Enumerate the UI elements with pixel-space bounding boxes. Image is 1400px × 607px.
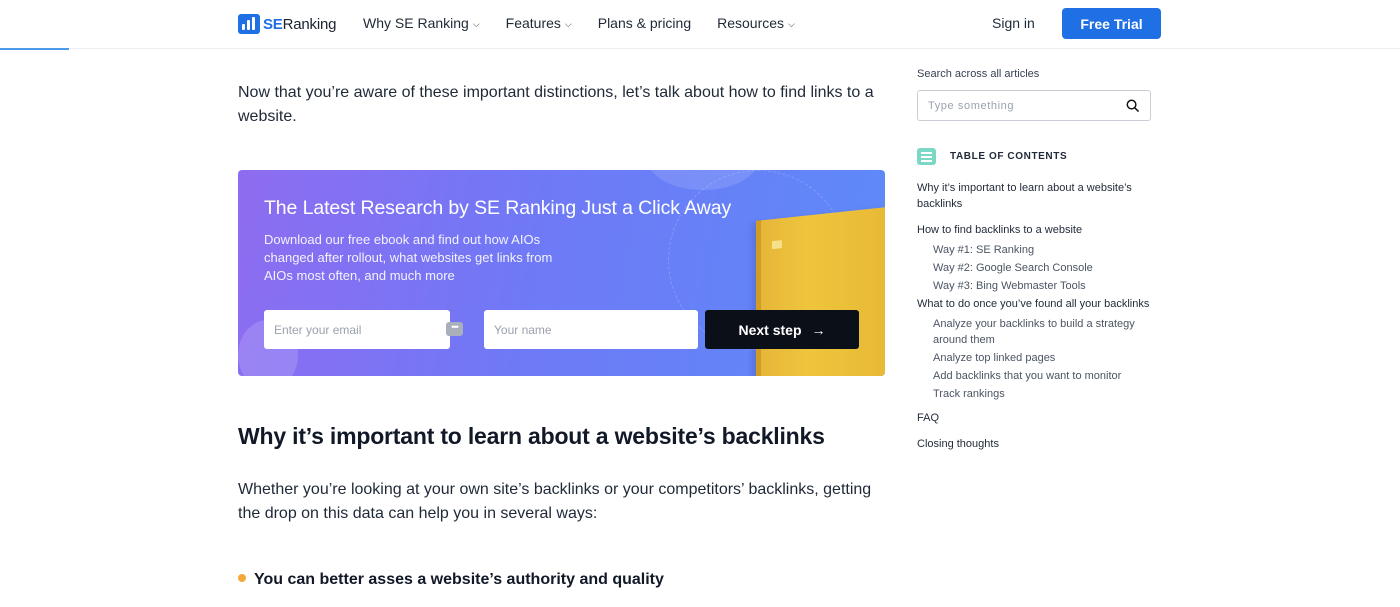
book-logo-icon (772, 240, 782, 250)
email-field[interactable] (264, 310, 450, 349)
table-of-contents: Why it’s important to learn about a webs… (917, 180, 1157, 452)
search-label: Search across all articles (917, 68, 1040, 80)
list-item: You can better asses a website’s authori… (238, 571, 664, 589)
ebook-cover-image (756, 207, 885, 376)
toc-item-add-backlinks[interactable]: Add backlinks that you want to monitor (917, 368, 1157, 384)
logo-text: SERanking (263, 15, 337, 33)
site-header: SERanking Why SE Ranking ⌵ Features ⌵ Plan… (0, 0, 1400, 49)
toc-item-why-important[interactable]: Why it’s important to learn about a webs… (917, 180, 1157, 212)
search-input[interactable] (928, 96, 1118, 116)
nav-plans-pricing[interactable]: Plans & pricing (598, 15, 691, 31)
toc-header: TABLE OF CONTENTS (917, 148, 1067, 165)
toc-item-analyze-backlinks[interactable]: Analyze your backlinks to build a strate… (917, 316, 1157, 348)
name-field[interactable] (484, 310, 698, 349)
bullet-text: You can better asses a website’s authori… (254, 571, 664, 588)
search-icon[interactable] (1126, 99, 1139, 112)
search-box (917, 90, 1151, 121)
bullet-dot-icon (238, 574, 246, 582)
toc-item-how-to-find[interactable]: How to find backlinks to a website (917, 222, 1157, 238)
chevron-down-icon: ⌵ (472, 18, 480, 29)
toc-title: TABLE OF CONTENTS (950, 151, 1068, 162)
chevron-down-icon: ⌵ (564, 18, 572, 29)
book-spine (756, 220, 761, 376)
banner-description: Download our free ebook and find out how… (264, 232, 553, 283)
nav-label: Why SE Ranking (363, 15, 469, 31)
intro-paragraph: Now that you’re aware of these important… (238, 84, 874, 125)
toc-item-closing-thoughts[interactable]: Closing thoughts (917, 436, 1157, 452)
next-step-label: Next step (738, 321, 802, 338)
toc-item-way-3[interactable]: Way #3: Bing Webmaster Tools (917, 278, 1157, 294)
next-step-button[interactable]: Next step → (705, 310, 859, 349)
chevron-down-icon: ⌵ (788, 18, 795, 29)
ebook-promo-banner: The Latest Research by SE Ranking Just a… (238, 170, 885, 376)
nav-label: Features (505, 15, 561, 31)
autofill-dots-icon[interactable]: ••• (446, 322, 463, 336)
nav-why-se-ranking[interactable]: Why SE Ranking ⌵ (363, 15, 480, 31)
section-paragraph: Whether you’re looking at your own site’… (238, 481, 872, 522)
free-trial-button[interactable]: Free Trial (1062, 8, 1161, 39)
logo-bars-icon (238, 14, 260, 34)
nav-label: Resources (717, 15, 785, 31)
banner-title: The Latest Research by SE Ranking Just a… (264, 197, 732, 219)
toc-item-way-1[interactable]: Way #1: SE Ranking (917, 242, 1157, 258)
toc-item-what-to-do[interactable]: What to do once you’ve found all your ba… (917, 296, 1157, 312)
list-icon (917, 148, 936, 165)
main-nav: Why SE Ranking ⌵ Features ⌵ Plans & pricin… (363, 15, 821, 31)
se-ranking-logo[interactable]: SERanking (238, 13, 336, 35)
arrow-right-icon: → (811, 321, 826, 338)
toc-item-track-rankings[interactable]: Track rankings (917, 386, 1157, 402)
toc-item-analyze-top-pages[interactable]: Analyze top linked pages (917, 350, 1157, 366)
nav-features[interactable]: Features ⌵ (506, 15, 572, 31)
reading-progress-bar (0, 48, 69, 50)
nav-resources[interactable]: Resources ⌵ (717, 15, 795, 31)
section-heading: Why it’s important to learn about a webs… (238, 423, 825, 449)
toc-item-faq[interactable]: FAQ (917, 410, 1157, 426)
toc-item-way-2[interactable]: Way #2: Google Search Console (917, 260, 1157, 276)
nav-label: Plans & pricing (597, 15, 692, 31)
sign-in-link[interactable]: Sign in (992, 15, 1035, 31)
